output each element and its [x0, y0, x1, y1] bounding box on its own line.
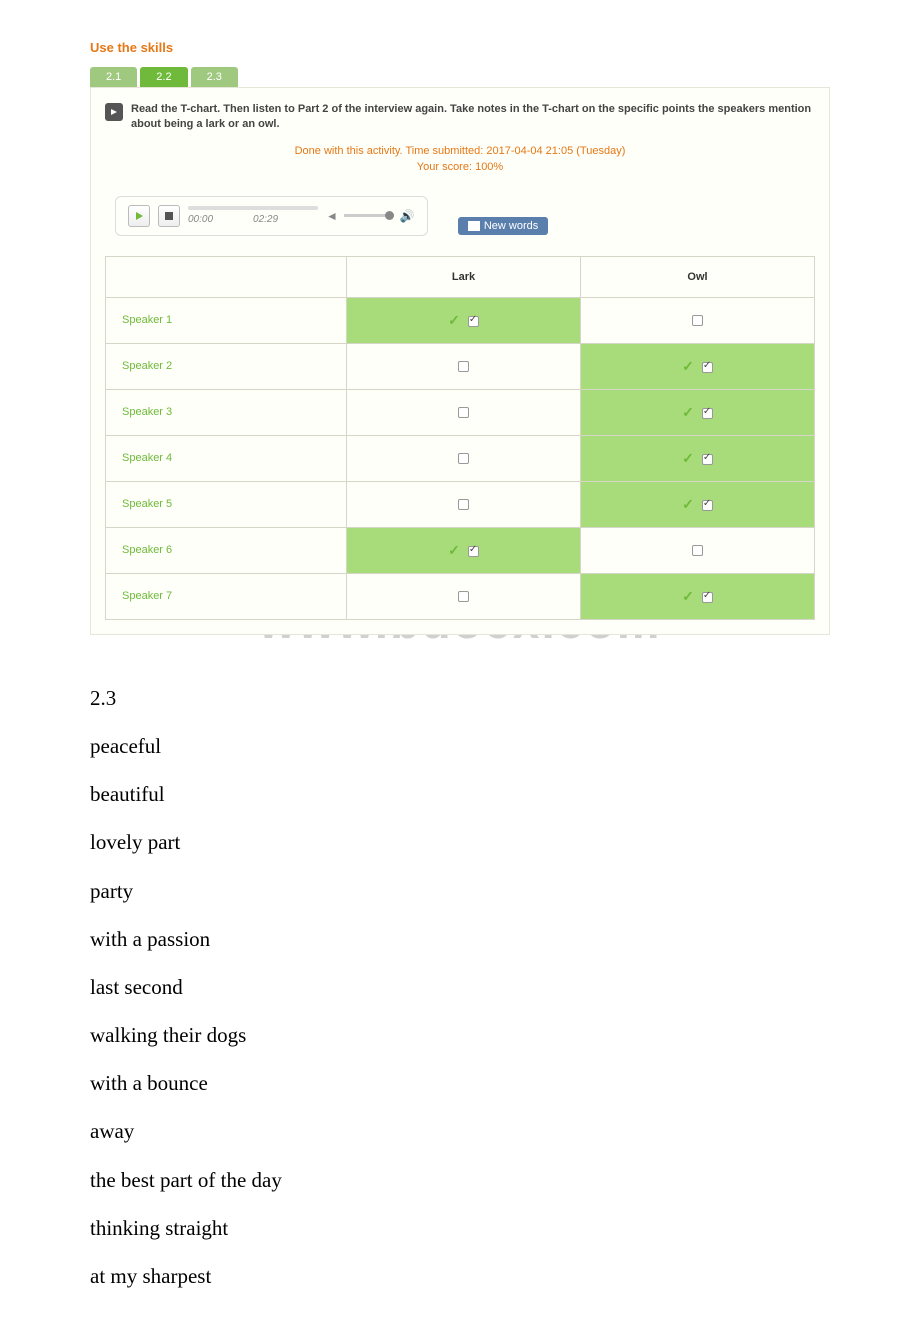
- checkbox[interactable]: [468, 316, 479, 327]
- speaker-cell: Speaker 2: [106, 343, 347, 389]
- speaker-cell: Speaker 5: [106, 481, 347, 527]
- text-item: the best part of the day: [90, 1157, 830, 1203]
- volume-slider[interactable]: [344, 214, 394, 217]
- check-mark-icon: ✓: [682, 588, 694, 604]
- lark-cell: [347, 435, 581, 481]
- owl-cell: [581, 527, 815, 573]
- tabs-bar: 2.1 2.2 2.3: [90, 67, 830, 87]
- speaker-cell: Speaker 1: [106, 297, 347, 343]
- stop-button[interactable]: [158, 205, 180, 227]
- text-item: lovely part: [90, 819, 830, 865]
- th-lark: Lark: [347, 256, 581, 297]
- status-text: Done with this activity. Time submitted:…: [105, 143, 815, 176]
- lark-cell: [347, 343, 581, 389]
- owl-cell: [581, 297, 815, 343]
- listen-icon: [105, 103, 123, 121]
- checkbox[interactable]: [702, 362, 713, 373]
- owl-cell: ✓: [581, 435, 815, 481]
- instruction-row: Read the T-chart. Then listen to Part 2 …: [105, 102, 815, 133]
- tab-2-2[interactable]: 2.2: [140, 67, 187, 87]
- tab-2-1[interactable]: 2.1: [90, 67, 137, 87]
- owl-cell: ✓: [581, 573, 815, 619]
- table-row: Speaker 5 ✓: [106, 481, 815, 527]
- speaker-cell: Speaker 7: [106, 573, 347, 619]
- checkbox[interactable]: [458, 453, 469, 464]
- section-title: Use the skills: [90, 40, 830, 55]
- content-box: Read the T-chart. Then listen to Part 2 …: [90, 87, 830, 635]
- check-mark-icon: ✓: [448, 542, 460, 558]
- instruction-text: Read the T-chart. Then listen to Part 2 …: [131, 102, 815, 133]
- checkbox[interactable]: [702, 500, 713, 511]
- audio-duration: 02:29: [253, 214, 278, 225]
- checkbox[interactable]: [702, 408, 713, 419]
- text-item: peaceful: [90, 723, 830, 769]
- owl-cell: ✓: [581, 389, 815, 435]
- table-row: Speaker 4 ✓: [106, 435, 815, 481]
- text-item: last second: [90, 964, 830, 1010]
- checkbox[interactable]: [458, 407, 469, 418]
- subsection-heading: 2.3: [90, 675, 830, 721]
- lark-cell: [347, 389, 581, 435]
- audio-player: 00:00 02:29 ◄ 🔊: [115, 196, 428, 236]
- table-row: Speaker 3 ✓: [106, 389, 815, 435]
- th-empty: [106, 256, 347, 297]
- speaker-cell: Speaker 6: [106, 527, 347, 573]
- check-mark-icon: ✓: [682, 404, 694, 420]
- owl-cell: ✓: [581, 481, 815, 527]
- check-mark-icon: ✓: [682, 358, 694, 374]
- status-line-1: Done with this activity. Time submitted:…: [295, 145, 626, 157]
- text-item: walking their dogs: [90, 1012, 830, 1058]
- lark-cell: ✓: [347, 297, 581, 343]
- speaker-cell: Speaker 3: [106, 389, 347, 435]
- text-item: away: [90, 1108, 830, 1154]
- check-mark-icon: ✓: [682, 496, 694, 512]
- checkbox[interactable]: [692, 315, 703, 326]
- text-item: beautiful: [90, 771, 830, 817]
- lark-cell: ✓: [347, 527, 581, 573]
- checkbox[interactable]: [458, 591, 469, 602]
- checkbox[interactable]: [458, 361, 469, 372]
- table-row: Speaker 1 ✓: [106, 297, 815, 343]
- speaker-cell: Speaker 4: [106, 435, 347, 481]
- t-chart-table: Lark Owl Speaker 1✓Speaker 2✓Speaker 3✓S…: [105, 256, 815, 620]
- checkbox[interactable]: [692, 545, 703, 556]
- table-row: Speaker 6 ✓: [106, 527, 815, 573]
- text-item: party: [90, 868, 830, 914]
- checkbox[interactable]: [468, 546, 479, 557]
- audio-current-time: 00:00: [188, 214, 213, 225]
- checkbox[interactable]: [702, 592, 713, 603]
- audio-time: 00:00 02:29: [188, 214, 318, 225]
- text-item: thinking straight: [90, 1205, 830, 1251]
- tab-2-3[interactable]: 2.3: [191, 67, 238, 87]
- audio-progress[interactable]: [188, 206, 318, 210]
- text-item: at my sharpest: [90, 1253, 830, 1299]
- table-row: Speaker 7 ✓: [106, 573, 815, 619]
- volume-up-icon: 🔊: [400, 209, 415, 223]
- lark-cell: [347, 573, 581, 619]
- play-button[interactable]: [128, 205, 150, 227]
- lark-cell: [347, 481, 581, 527]
- volume-down-icon: ◄: [326, 209, 338, 223]
- text-item: with a bounce: [90, 1060, 830, 1106]
- new-words-label: New words: [484, 220, 538, 232]
- text-section: 2.3 peacefulbeautifullovely partpartywit…: [0, 655, 920, 1321]
- text-item: with a passion: [90, 916, 830, 962]
- owl-cell: ✓: [581, 343, 815, 389]
- th-owl: Owl: [581, 256, 815, 297]
- activity-container: www.bdocx.com Use the skills 2.1 2.2 2.3…: [0, 20, 920, 655]
- new-words-button[interactable]: New words: [458, 217, 548, 235]
- volume-control[interactable]: ◄ 🔊: [326, 209, 415, 223]
- check-mark-icon: ✓: [448, 312, 460, 328]
- table-row: Speaker 2 ✓: [106, 343, 815, 389]
- checkbox[interactable]: [458, 499, 469, 510]
- check-mark-icon: ✓: [682, 450, 694, 466]
- status-line-2: Your score: 100%: [417, 161, 503, 173]
- checkbox[interactable]: [702, 454, 713, 465]
